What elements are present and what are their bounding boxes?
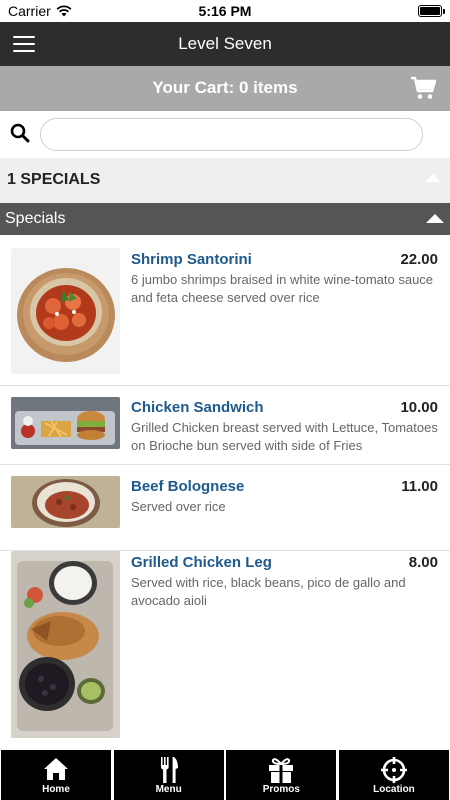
item-description: 6 jumbo shrimps braised in white wine-to… bbox=[131, 272, 434, 305]
tab-label: Home bbox=[42, 784, 70, 795]
tab-label: Promos bbox=[262, 784, 300, 795]
item-name: Beef Bolognese bbox=[131, 478, 245, 495]
section-header[interactable]: 1 SPECIALS bbox=[0, 158, 450, 203]
item-price: 11.00 bbox=[401, 478, 438, 495]
fork-knife-icon bbox=[160, 757, 178, 783]
list-item[interactable]: Beef Bolognese 11.00 Served over rice bbox=[0, 465, 450, 551]
list-item[interactable]: Shrimp Santorini 22.00 6 jumbo shrimps b… bbox=[0, 235, 450, 386]
chevron-up-icon[interactable] bbox=[426, 214, 444, 223]
item-description: Served with rice, black beans, pico de g… bbox=[131, 575, 406, 608]
tab-location[interactable]: Location bbox=[338, 750, 449, 800]
cart-bar[interactable]: Your Cart: 0 items bbox=[0, 66, 450, 111]
item-description: Grilled Chicken breast served with Lettu… bbox=[131, 420, 438, 453]
gift-icon bbox=[269, 758, 294, 783]
category-title: Specials bbox=[5, 210, 66, 227]
page-title: Level Seven bbox=[178, 34, 272, 53]
item-image bbox=[11, 551, 120, 738]
search-icon bbox=[10, 123, 30, 143]
tab-bar: Home Menu Promos Location bbox=[0, 750, 450, 800]
list-item[interactable]: Chicken Sandwich 10.00 Grilled Chicken b… bbox=[0, 386, 450, 465]
cart-summary: Your Cart: 0 items bbox=[152, 78, 298, 97]
item-image bbox=[11, 397, 120, 449]
tab-label: Location bbox=[373, 784, 415, 795]
tab-label: Menu bbox=[155, 784, 182, 795]
chevron-up-icon[interactable] bbox=[425, 174, 441, 182]
item-image bbox=[11, 248, 120, 374]
battery-icon bbox=[418, 5, 445, 17]
item-name: Shrimp Santorini bbox=[131, 251, 252, 268]
item-name: Grilled Chicken Leg bbox=[131, 554, 272, 571]
item-description: Served over rice bbox=[131, 499, 226, 514]
status-bar: Carrier 5:16 PM bbox=[0, 0, 450, 22]
menu-list: Shrimp Santorini 22.00 6 jumbo shrimps b… bbox=[0, 235, 450, 750]
section-title: 1 SPECIALS bbox=[7, 171, 101, 188]
nav-bar: Level Seven bbox=[0, 22, 450, 66]
status-time: 5:16 PM bbox=[198, 3, 252, 19]
search-row bbox=[0, 111, 450, 158]
category-header[interactable]: Specials bbox=[0, 203, 450, 235]
item-image bbox=[11, 476, 120, 528]
cart-icon[interactable] bbox=[410, 76, 436, 100]
item-price: 8.00 bbox=[408, 554, 438, 571]
crosshair-icon bbox=[380, 757, 407, 783]
tab-home[interactable]: Home bbox=[1, 750, 111, 800]
search-input[interactable] bbox=[40, 118, 423, 151]
tab-promos[interactable]: Promos bbox=[226, 750, 337, 800]
tab-menu[interactable]: Menu bbox=[113, 750, 224, 800]
item-price: 10.00 bbox=[400, 399, 438, 416]
list-item[interactable]: Grilled Chicken Leg 8.00 Served with ric… bbox=[0, 551, 450, 750]
item-name: Chicken Sandwich bbox=[131, 399, 264, 416]
item-price: 22.00 bbox=[400, 251, 438, 268]
home-icon bbox=[44, 758, 68, 780]
